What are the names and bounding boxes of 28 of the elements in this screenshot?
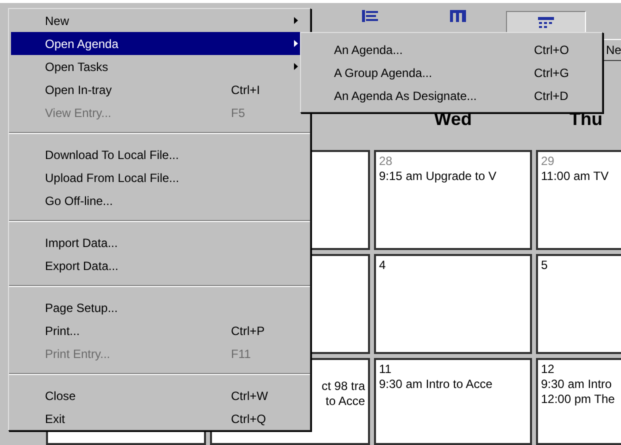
columns-icon <box>450 10 466 22</box>
menu-item[interactable]: New <box>11 9 308 32</box>
menu-item[interactable]: Go Off-line... <box>11 189 308 212</box>
event-entry[interactable]: ct 98 tra <box>322 379 365 394</box>
grid-icon <box>538 17 554 29</box>
date-number: 5 <box>541 258 549 273</box>
event-entry[interactable]: 11:00 am TV <box>541 169 621 184</box>
menu-item[interactable]: Close Ctrl+W <box>11 384 308 407</box>
menu-item[interactable]: Export Data... <box>11 254 308 277</box>
list-icon <box>362 10 378 22</box>
menu-item[interactable]: Import Data... <box>11 231 308 254</box>
menu-item[interactable]: Print... Ctrl+P <box>11 319 308 342</box>
menu-item[interactable]: Page Setup... <box>11 296 308 319</box>
date-number: 12 <box>541 362 556 377</box>
event-entry[interactable]: to Acce <box>326 394 365 409</box>
date-number: 29 <box>541 154 556 169</box>
event-entry[interactable]: 9:15 am Upgrade to V <box>379 169 527 184</box>
menu-item[interactable]: Download To Local File... <box>11 143 308 166</box>
date-number: 4 <box>379 258 387 273</box>
date-number: 28 <box>379 154 394 169</box>
menu-item[interactable]: A Group Agenda... Ctrl+G <box>303 61 600 84</box>
menu-item[interactable]: Upload From Local File... <box>11 166 308 189</box>
date-number: 11 <box>379 362 392 377</box>
menu-item[interactable]: An Agenda As Designate... Ctrl+D <box>303 84 600 107</box>
event-entry[interactable]: 9:30 am Intro <box>541 377 621 392</box>
event-entry[interactable]: 9:30 am Intro to Acce <box>379 377 527 392</box>
event-entry[interactable]: 12:00 pm The <box>541 392 621 407</box>
menu-item[interactable]: Exit Ctrl+Q <box>11 407 308 430</box>
